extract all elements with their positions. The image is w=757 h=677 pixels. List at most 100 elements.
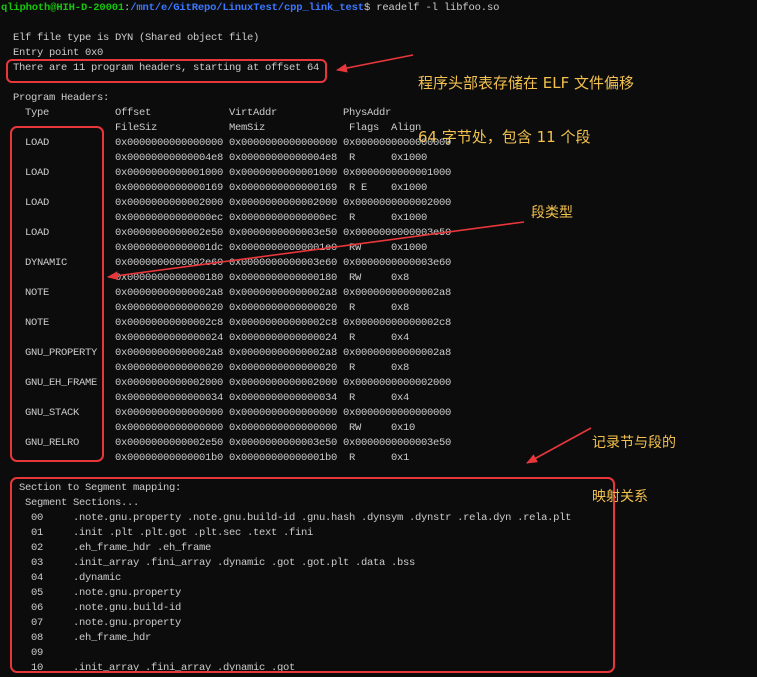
- annotation-offset-note: 程序头部表存储在 ELF 文件偏移 64 字节处，包含 11 个段: [418, 38, 634, 182]
- segment-memsiz: 0x00000000000000ec: [229, 212, 338, 224]
- segment-filesiz: 0x00000000000004e8: [115, 152, 224, 164]
- column-header-memsiz: MemSiz: [229, 122, 266, 134]
- annotation-mapping-note-line-1: 记录节与段的: [592, 435, 676, 451]
- segment-align: 0x4: [391, 392, 410, 404]
- mapping-segment-number: 09: [31, 647, 44, 659]
- segment-flags: R: [349, 302, 356, 314]
- segment-flags: R: [349, 332, 356, 344]
- segment-align: 0x8: [391, 362, 410, 374]
- column-header-physaddr: PhysAddr: [343, 107, 392, 119]
- segment-virtaddr: 0x00000000000002c8: [229, 317, 338, 329]
- segment-virtaddr: 0x0000000000003e60: [229, 257, 338, 269]
- segment-virtaddr: 0x0000000000000000: [229, 407, 338, 419]
- mapping-section-list: .init_array .fini_array .dynamic .got .g…: [73, 557, 416, 569]
- segment-virtaddr: 0x0000000000000000: [229, 137, 338, 149]
- segment-physaddr: 0x00000000000002a8: [343, 347, 452, 359]
- terminal-window[interactable]: qliphoth@HIH-D-20001:/mnt/e/GitRepo/Linu…: [0, 0, 757, 677]
- annotation-offset-note-line-2: 64 字节处，包含 11 个段: [418, 128, 591, 146]
- mapping-section-list: .init .plt .plt.got .plt.sec .text .fini: [73, 527, 314, 539]
- mapping-segment-number: 10: [31, 662, 44, 674]
- annotation-mapping-note-line-2: 映射关系: [592, 489, 648, 505]
- segment-physaddr: 0x0000000000002000: [343, 377, 452, 389]
- segment-offset: 0x0000000000002000: [115, 197, 224, 209]
- segment-filesiz: 0x00000000000000ec: [115, 212, 224, 224]
- segment-type: NOTE: [25, 317, 50, 329]
- segment-flags: RW: [349, 242, 362, 254]
- segment-type: NOTE: [25, 287, 50, 299]
- mapping-section-list: .note.gnu.property: [73, 587, 182, 599]
- mapping-section-list: .dynamic: [73, 572, 122, 584]
- segment-flags: R: [349, 452, 356, 464]
- column-header-flags: Flags: [349, 122, 380, 134]
- segment-align: 0x1000: [391, 242, 428, 254]
- prompt-command: $ readelf -l libfoo.so: [363, 2, 500, 14]
- segment-filesiz: 0x00000000000001dc: [115, 242, 224, 254]
- segment-physaddr: 0x0000000000000000: [343, 407, 452, 419]
- annotation-offset-note-line-1: 程序头部表存储在 ELF 文件偏移: [418, 74, 634, 92]
- segment-memsiz: 0x0000000000000000: [229, 422, 338, 434]
- prompt-cwd: /mnt/e/GitRepo/LinuxTest/cpp_link_test: [130, 2, 364, 14]
- segment-memsiz: 0x0000000000000024: [229, 332, 338, 344]
- shell-prompt-line: qliphoth@HIH-D-20001:/mnt/e/GitRepo/Linu…: [1, 1, 499, 16]
- segment-type: GNU_STACK: [25, 407, 80, 419]
- mapping-section-list: .eh_frame_hdr .eh_frame: [73, 542, 212, 554]
- segment-offset: 0x0000000000002e50: [115, 437, 224, 449]
- segment-align: 0x10: [391, 422, 416, 434]
- segment-type: GNU_EH_FRAME: [25, 377, 98, 389]
- segment-memsiz: 0x00000000000004e8: [229, 152, 338, 164]
- segment-memsiz: 0x00000000000001e0: [229, 242, 338, 254]
- segment-memsiz: 0x0000000000000020: [229, 302, 338, 314]
- segment-align: 0x8: [391, 302, 410, 314]
- program-headers-title: Program Headers:: [13, 92, 110, 104]
- segment-virtaddr: 0x0000000000003e50: [229, 227, 338, 239]
- segment-memsiz: 0x0000000000000180: [229, 272, 338, 284]
- segment-virtaddr: 0x0000000000002000: [229, 197, 338, 209]
- segment-type: DYNAMIC: [25, 257, 68, 269]
- segment-filesiz: 0x0000000000000034: [115, 392, 224, 404]
- segment-flags: R: [349, 392, 356, 404]
- segment-filesiz: 0x0000000000000169: [115, 182, 224, 194]
- segment-offset: 0x0000000000001000: [115, 167, 224, 179]
- program-header-count-line: There are 11 program headers, starting a…: [13, 62, 320, 74]
- segment-flags: R: [349, 212, 356, 224]
- segment-filesiz: 0x0000000000000000: [115, 422, 224, 434]
- segment-align: 0x4: [391, 332, 410, 344]
- mapping-section-list: .note.gnu.property .note.gnu.build-id .g…: [73, 512, 572, 524]
- segment-align: 0x1: [391, 452, 410, 464]
- mapping-section-list: .note.gnu.property: [73, 617, 182, 629]
- section-mapping-title: Section to Segment mapping:: [19, 482, 182, 494]
- segment-align: 0x1000: [391, 212, 428, 224]
- segment-memsiz: 0x00000000000001b0: [229, 452, 338, 464]
- segment-filesiz: 0x0000000000000020: [115, 362, 224, 374]
- segment-offset: 0x00000000000002a8: [115, 287, 224, 299]
- segment-type: GNU_PROPERTY: [25, 347, 98, 359]
- entry-point-line: Entry point 0x0: [13, 47, 104, 59]
- segment-flags: R: [349, 362, 356, 374]
- segment-type: LOAD: [25, 167, 50, 179]
- segment-filesiz: 0x0000000000000024: [115, 332, 224, 344]
- elf-file-type-line: Elf file type is DYN (Shared object file…: [13, 32, 260, 44]
- mapping-segment-number: 05: [31, 587, 44, 599]
- segment-filesiz: 0x0000000000000020: [115, 302, 224, 314]
- annotation-mapping-note: 记录节与段的 映射关系: [592, 398, 676, 542]
- mapping-segment-number: 02: [31, 542, 44, 554]
- arrow-to-header-count: [336, 54, 414, 73]
- segment-virtaddr: 0x00000000000002a8: [229, 287, 338, 299]
- segment-memsiz: 0x0000000000000034: [229, 392, 338, 404]
- segment-offset: 0x00000000000002a8: [115, 347, 224, 359]
- mapping-segment-number: 04: [31, 572, 44, 584]
- mapping-segment-number: 00: [31, 512, 44, 524]
- mapping-segment-number: 01: [31, 527, 44, 539]
- arrow-to-section-mapping: [526, 427, 592, 464]
- segment-type: LOAD: [25, 197, 50, 209]
- segment-memsiz: 0x0000000000000020: [229, 362, 338, 374]
- segment-flags: RW: [349, 272, 362, 284]
- section-mapping-header: Segment Sections...: [25, 497, 140, 509]
- segment-offset: 0x0000000000000000: [115, 407, 224, 419]
- segment-type: LOAD: [25, 227, 50, 239]
- segment-memsiz: 0x0000000000000169: [229, 182, 338, 194]
- segment-flags: R: [349, 152, 356, 164]
- segment-virtaddr: 0x0000000000002000: [229, 377, 338, 389]
- segment-physaddr: 0x0000000000003e50: [343, 227, 452, 239]
- mapping-segment-number: 08: [31, 632, 44, 644]
